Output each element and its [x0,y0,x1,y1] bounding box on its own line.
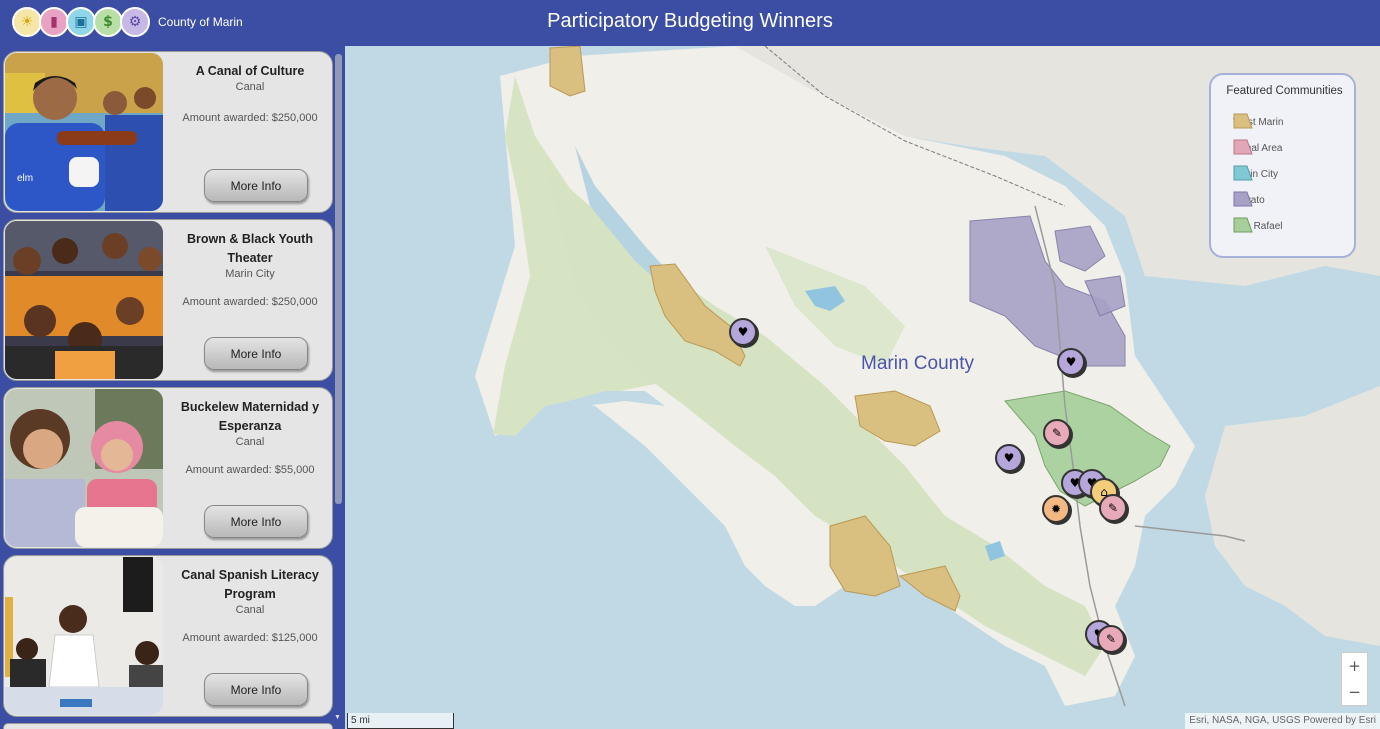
legend-item: Novato [1233,190,1265,210]
svg-text:elm: elm [17,173,33,184]
app-header: ☀ ▮ ▣ $ ⚙ County of Marin Participatory … [0,0,1380,46]
card-title: Canal Spanish Literacy Program [181,568,319,601]
legend-item: West Marin [1233,112,1283,132]
card-amount: Amount awarded: $250,000 [182,112,318,124]
card-community: Marin City [225,268,275,280]
heart-marker[interactable]: ♥ [995,444,1023,472]
paint-marker[interactable]: ✎ [1043,419,1071,447]
card-details: A Canal of Culture Canal Amount awarded:… [170,52,330,212]
west-marin-swatch [1233,113,1253,129]
card-title: A Canal of Culture [195,64,305,78]
project-photo [5,557,163,715]
project-card[interactable]: Buckelew Maternidad y Esperanza Canal Am… [3,387,333,549]
project-photo [5,221,163,379]
zoom-in-button[interactable]: + [1342,653,1367,679]
card-title: Buckelew Maternidad y Esperanza [180,400,320,433]
list-scrollbar[interactable] [335,54,342,504]
scale-bar: 5 mi [347,713,454,729]
paint-marker[interactable]: ✎ [1097,625,1125,653]
heart-marker[interactable]: ♥ [729,318,757,346]
legend-item: Marin City [1233,164,1278,184]
card-community: Canal [235,604,265,616]
county-label: Marin County [861,353,974,374]
project-card[interactable]: elm A Canal of Culture Canal Amount awar… [3,51,333,213]
card-details: Canal Spanish Literacy Program Canal Amo… [170,556,330,716]
paint-marker[interactable]: ✎ [1099,494,1127,522]
card-community: Canal [235,436,265,448]
card-amount: Amount awarded: $55,000 [185,464,315,476]
card-amount: Amount awarded: $250,000 [182,296,318,308]
map-attribution[interactable]: Esri, NASA, NGA, USGS Powered by Esri [1185,713,1380,729]
project-card[interactable] [3,723,333,729]
card-amount: Amount awarded: $125,000 [182,632,318,644]
map-view[interactable]: Marin County ♥ ♥ ✎ ♥ ♥ ♥ ⌂ ✎ ✹ ♥ ✎ Featu… [345,46,1380,729]
map-legend: Featured Communities West Marin Canal Ar… [1209,73,1356,258]
project-list[interactable]: elm A Canal of Culture Canal Amount awar… [0,46,345,729]
card-details: Buckelew Maternidad y Esperanza Canal Am… [170,388,330,548]
project-card[interactable]: Canal Spanish Literacy Program Canal Amo… [3,555,333,717]
legend-title: Featured Communities [1226,85,1343,97]
legend-item: Canal Area [1233,138,1282,158]
card-community: Canal [235,81,265,93]
scroll-down-icon[interactable]: ▼ [334,714,341,721]
heart-marker[interactable]: ♥ [1057,348,1085,376]
zoom-control: + − [1341,652,1368,706]
project-card[interactable]: Brown & Black Youth Theater Marin City A… [3,219,333,381]
project-photo: elm [5,53,163,211]
more-info-button[interactable]: More Info [204,169,308,202]
fire-marker[interactable]: ✹ [1042,495,1070,523]
san-rafael-swatch [1233,217,1253,233]
project-photo [5,389,163,547]
canal-area-swatch [1233,139,1253,155]
card-details: Brown & Black Youth Theater Marin City A… [170,220,330,380]
page-title: Participatory Budgeting Winners [547,10,833,32]
zoom-out-button[interactable]: − [1342,679,1367,705]
novato-swatch [1233,191,1253,207]
marin-city-swatch [1233,165,1253,181]
more-info-button[interactable]: More Info [204,673,308,706]
card-title: Brown & Black Youth Theater [187,232,313,265]
more-info-button[interactable]: More Info [204,505,308,538]
legend-item: San Rafael [1233,216,1282,236]
more-info-button[interactable]: More Info [204,337,308,370]
